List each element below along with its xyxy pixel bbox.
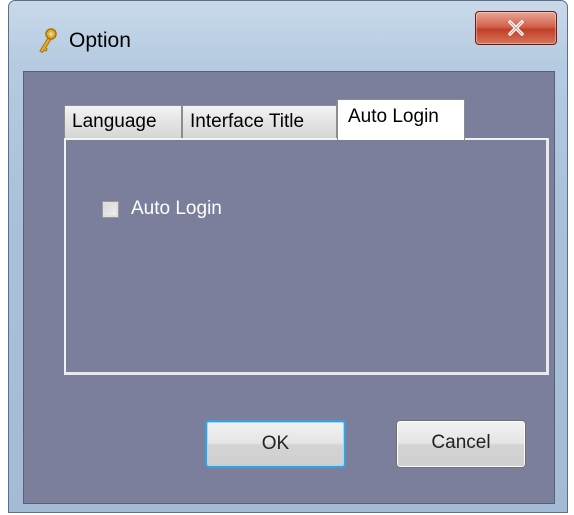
tab-auto-login[interactable]: Auto Login <box>337 99 465 140</box>
option-dialog: Option Language Interface Title Auto Log… <box>8 0 568 513</box>
dialog-client-area: Language Interface Title Auto Login Auto… <box>23 71 555 504</box>
tab-language[interactable]: Language <box>64 105 182 139</box>
cancel-button[interactable]: Cancel <box>396 420 526 468</box>
title-bar[interactable]: Option <box>9 1 567 71</box>
window-title: Option <box>69 29 131 52</box>
auto-login-option[interactable]: Auto Login <box>102 198 222 220</box>
auto-login-checkbox-label[interactable]: Auto Login <box>131 198 222 220</box>
close-button[interactable] <box>475 11 557 45</box>
tab-interface-title[interactable]: Interface Title <box>182 105 337 139</box>
auto-login-tab-panel: Auto Login <box>64 138 549 375</box>
ok-button[interactable]: OK <box>205 420 346 468</box>
tab-label: Interface Title <box>190 111 305 132</box>
tab-label: Auto Login <box>348 106 439 127</box>
key-icon <box>37 27 59 55</box>
close-icon <box>508 20 524 36</box>
tab-label: Language <box>72 111 157 132</box>
auto-login-checkbox[interactable] <box>102 200 119 218</box>
